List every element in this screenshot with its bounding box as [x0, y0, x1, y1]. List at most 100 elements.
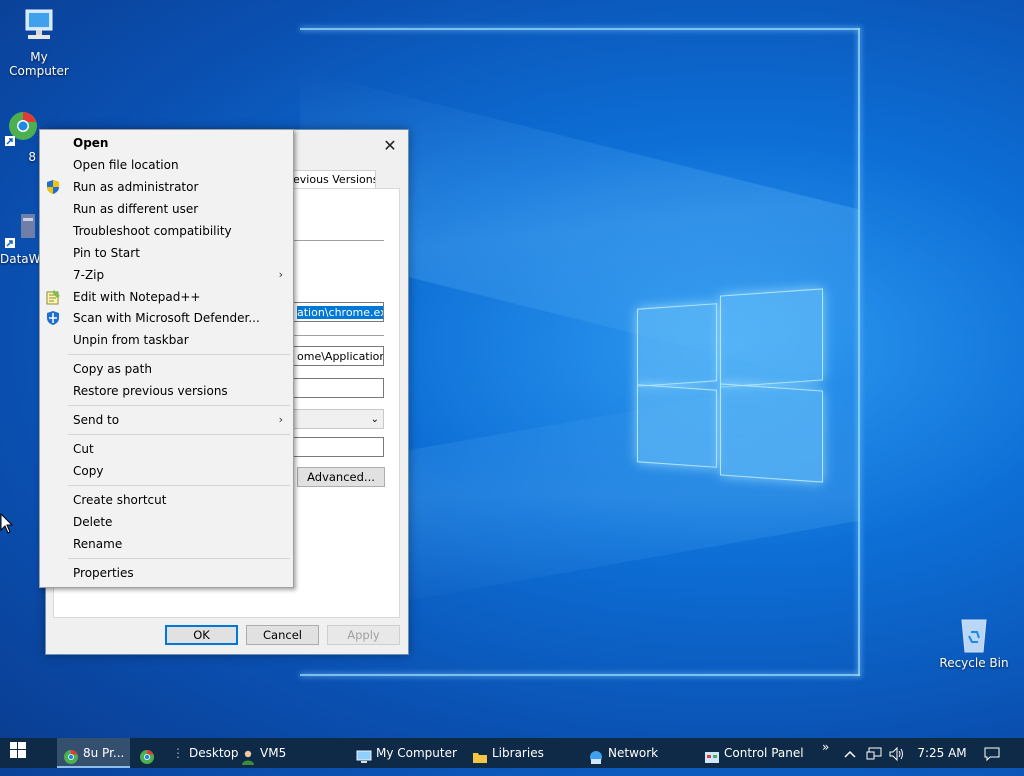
desktop-icon-dataw-shortcut[interactable]: DataW — [0, 210, 41, 266]
menu-item-label: Restore previous versions — [73, 384, 228, 398]
menu-item-pin-to-start[interactable]: Pin to Start — [40, 242, 293, 264]
menu-item-label: Troubleshoot compatibility — [73, 224, 232, 238]
menu-item-rename[interactable]: Rename — [40, 533, 293, 555]
taskbar-vm5[interactable]: VM5 — [240, 738, 286, 768]
tray-volume-icon[interactable] — [888, 738, 906, 768]
menu-item-cut[interactable]: Cut — [40, 438, 293, 460]
taskbar-libraries[interactable]: Libraries — [472, 738, 544, 768]
chrome-icon — [63, 746, 79, 764]
divider — [292, 240, 384, 241]
desktop-icon-label: DataW — [0, 252, 41, 266]
defender-shield-icon — [45, 310, 61, 326]
toolbar-overflow-icon[interactable]: » — [822, 732, 829, 762]
chrome-shortcut-icon — [3, 108, 37, 148]
menu-item-label: Run as different user — [73, 202, 199, 216]
menu-separator — [68, 405, 290, 406]
menu-item-label: Create shortcut — [73, 493, 167, 507]
menu-item-label: Send to — [73, 413, 120, 427]
taskbar-my-computer[interactable]: My Computer — [356, 738, 457, 768]
desktop-icon-chrome-shortcut[interactable]: 8 — [0, 108, 40, 164]
recycle-bin-icon — [957, 614, 991, 654]
menu-item-create-shortcut[interactable]: Create shortcut — [40, 489, 293, 511]
comment-field[interactable] — [292, 437, 384, 457]
tray-clock[interactable]: 7:25 AM — [916, 738, 968, 768]
menu-separator — [68, 485, 290, 486]
control-panel-icon — [704, 746, 720, 763]
action-center-icon[interactable] — [980, 738, 1004, 768]
tab-previous-versions[interactable]: evious Versions — [286, 170, 376, 189]
menu-item-run-as-different-user[interactable]: Run as different user — [40, 198, 293, 220]
menu-item-copy-as-path[interactable]: Copy as path — [40, 358, 293, 380]
menu-item-label: Pin to Start — [73, 246, 140, 260]
user-icon — [240, 746, 256, 765]
notepadpp-icon — [45, 289, 61, 305]
target-field-value: ation\chrome.exe" — [297, 306, 383, 319]
my-computer-icon — [22, 8, 56, 48]
ok-button[interactable]: OK — [165, 625, 238, 645]
windows-logo-pane — [637, 303, 717, 387]
close-icon[interactable]: ✕ — [378, 134, 402, 158]
taskbar-item-label: Desktop — [189, 746, 239, 760]
desktop-icon-label: 8 — [28, 150, 36, 164]
menu-item-open[interactable]: Open — [40, 132, 293, 154]
toolbar-grip: ⋮ — [172, 746, 184, 760]
advanced-button[interactable]: Advanced... — [297, 467, 385, 487]
menu-item-troubleshoot-compatibility[interactable]: Troubleshoot compatibility — [40, 220, 293, 242]
taskbar-chrome-window[interactable]: 8u Pr... — [57, 738, 130, 768]
desktop-icon-recycle-bin[interactable]: Recycle Bin — [935, 614, 1013, 670]
taskbar-chrome-pinned[interactable] — [136, 738, 158, 768]
apply-button[interactable]: Apply — [327, 625, 400, 645]
menu-item-scan-with-defender[interactable]: Scan with Microsoft Defender... — [40, 307, 293, 329]
taskbar-item-label: Libraries — [492, 746, 544, 760]
chevron-right-icon: › — [278, 268, 283, 281]
desktop-icon-my-computer[interactable]: My Computer — [0, 8, 78, 78]
windows-start-icon — [10, 739, 26, 769]
start-in-field[interactable]: ome\Application" — [292, 346, 384, 366]
desktop-icon-label: Recycle Bin — [939, 656, 1009, 670]
taskbar: 8u Pr... ⋮ Desktop VM5 My Computer Libra… — [0, 738, 1024, 768]
chevron-down-icon: ⌄ — [370, 414, 379, 425]
menu-item-label: Unpin from taskbar — [73, 333, 189, 347]
target-field[interactable]: ation\chrome.exe" — [292, 302, 384, 322]
tray-network-icon[interactable] — [865, 738, 883, 768]
menu-item-label: Scan with Microsoft Defender... — [73, 311, 260, 325]
windows-logo-pane — [637, 384, 717, 468]
shortcut-key-field[interactable] — [292, 378, 384, 398]
menu-item-send-to[interactable]: Send to › — [40, 409, 293, 431]
menu-separator — [68, 558, 290, 559]
folder-icon — [472, 746, 488, 763]
network-icon — [588, 746, 604, 764]
wallpaper-frame-line — [300, 674, 860, 676]
cancel-button[interactable]: Cancel — [246, 625, 319, 645]
menu-item-label: Open file location — [73, 158, 179, 172]
windows-logo-pane — [720, 383, 823, 483]
dataw-shortcut-icon — [3, 210, 37, 250]
taskbar-item-label: Control Panel — [724, 746, 804, 760]
run-select[interactable]: ⌄ — [292, 409, 384, 429]
wallpaper-frame-line — [858, 28, 860, 676]
menu-separator — [68, 354, 290, 355]
menu-item-label: Copy — [73, 464, 104, 478]
start-button[interactable] — [0, 738, 36, 768]
taskbar-control-panel[interactable]: Control Panel — [704, 738, 804, 768]
menu-item-properties[interactable]: Properties — [40, 562, 293, 584]
menu-item-label: Open — [73, 136, 109, 150]
uac-shield-icon — [45, 179, 61, 195]
menu-item-label: Delete — [73, 515, 113, 529]
divider — [292, 335, 384, 336]
taskbar-network[interactable]: Network — [588, 738, 658, 768]
menu-item-7zip[interactable]: 7-Zip › — [40, 264, 293, 286]
menu-item-label: Cut — [73, 442, 94, 456]
menu-item-run-as-administrator[interactable]: Run as administrator — [40, 176, 293, 198]
menu-item-copy[interactable]: Copy — [40, 460, 293, 482]
menu-item-restore-previous-versions[interactable]: Restore previous versions — [40, 380, 293, 402]
menu-item-delete[interactable]: Delete — [40, 511, 293, 533]
tray-show-hidden-icon[interactable] — [843, 738, 857, 768]
menu-item-edit-with-notepadpp[interactable]: Edit with Notepad++ — [40, 286, 293, 308]
mouse-cursor-icon — [0, 512, 14, 538]
menu-item-unpin-from-taskbar[interactable]: Unpin from taskbar — [40, 329, 293, 351]
menu-item-label: 7-Zip — [73, 268, 105, 282]
taskbar-desktop-toolbar[interactable]: Desktop — [189, 738, 239, 768]
menu-item-open-file-location[interactable]: Open file location — [40, 154, 293, 176]
taskbar-item-label: 8u Pr... — [83, 746, 125, 760]
